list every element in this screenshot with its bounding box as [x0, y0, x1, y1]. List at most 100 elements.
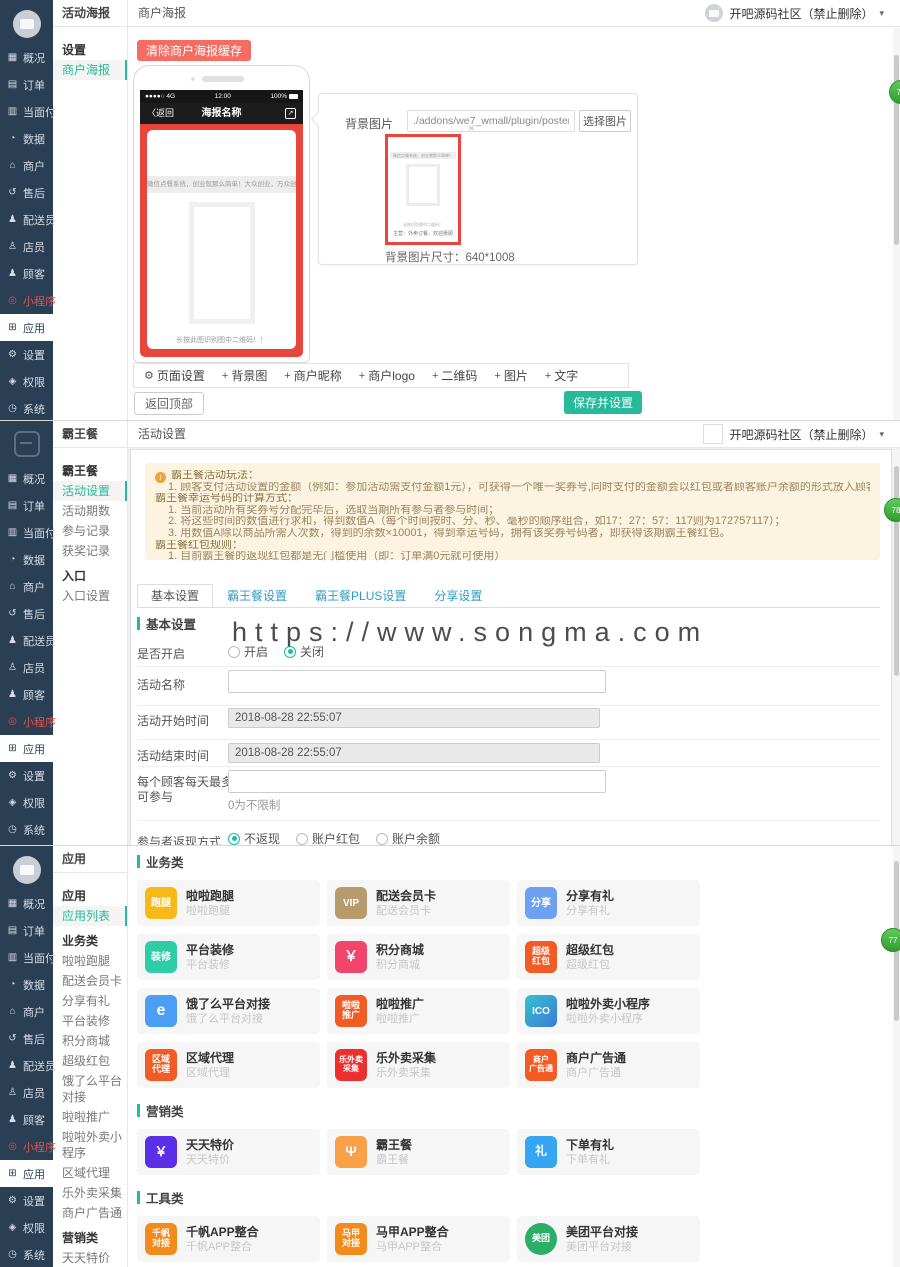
submenu-item[interactable]: 天天特价	[53, 1248, 127, 1267]
sidebar-item[interactable]: ♙ 店员	[0, 233, 53, 260]
settings-tab[interactable]: 基本设置	[137, 584, 213, 607]
app-card[interactable]: e 饿了么平台对接 饿了么平台对接	[137, 988, 320, 1034]
submenu-item[interactable]: 应用列表	[53, 906, 127, 926]
submenu-item[interactable]: 获奖记录	[53, 541, 127, 561]
submenu-item[interactable]: 超级红包	[53, 1051, 127, 1071]
radio-option[interactable]: 账户红包	[296, 830, 360, 845]
toolbar-tool[interactable]: + 文字	[545, 367, 578, 384]
user-menu[interactable]: 开吧源码社区（禁止删除） ▾	[703, 421, 884, 447]
sidebar-item[interactable]: ⌂ 商户	[0, 998, 53, 1025]
sidebar-item[interactable]: ▥ 当面付	[0, 98, 53, 125]
activity-name-input[interactable]	[228, 670, 606, 693]
app-card[interactable]: 装修 平台装修 平台装修	[137, 934, 320, 980]
submenu-item[interactable]: 区域代理	[53, 1163, 127, 1183]
sidebar-item[interactable]: ⌂ 商户	[0, 152, 53, 179]
app-card[interactable]: 跑腿 啦啦跑腿 啦啦跑腿	[137, 880, 320, 926]
daily-limit-input[interactable]	[228, 770, 606, 793]
sidebar-item[interactable]: ↺ 售后	[0, 1025, 53, 1052]
sidebar-item[interactable]: ⊞ 应用	[0, 1160, 53, 1187]
app-card[interactable]: 分享 分享有礼 分享有礼	[517, 880, 700, 926]
sidebar-item[interactable]: ▦ 概况	[0, 890, 53, 917]
sidebar-item[interactable]: ♟ 配送员	[0, 1052, 53, 1079]
sidebar-item[interactable]: ◔ 数据	[0, 546, 53, 573]
submenu-item[interactable]: 商户海报	[53, 60, 127, 80]
sidebar-item[interactable]: ♟ 配送员	[0, 627, 53, 654]
back-to-top-button[interactable]: 返回顶部	[134, 392, 204, 415]
app-card[interactable]: 礼 下单有礼 下单有礼	[517, 1129, 700, 1175]
sidebar-item[interactable]: ▦ 概况	[0, 44, 53, 71]
sidebar-item[interactable]: ♟ 顾客	[0, 681, 53, 708]
app-card[interactable]: Ψ 霸王餐 霸王餐	[327, 1129, 510, 1175]
save-settings-button[interactable]: 保存并设置	[564, 391, 642, 414]
sidebar-item[interactable]: ◷ 系统	[0, 1241, 53, 1267]
submenu-item[interactable]: 配送会员卡	[53, 971, 127, 991]
radio-option[interactable]: 账户余额	[376, 830, 440, 845]
submenu-item[interactable]: 活动期数	[53, 501, 127, 521]
support-float-badge[interactable]: 78	[889, 80, 900, 104]
sidebar-item[interactable]: ▤ 订单	[0, 917, 53, 944]
submenu-item[interactable]: 乐外卖采集	[53, 1183, 127, 1203]
settings-tab[interactable]: 分享设置	[420, 584, 496, 607]
app-card[interactable]: 超级 红包 超级红包 超级红包	[517, 934, 700, 980]
sidebar-item[interactable]: ◎ 小程序	[0, 287, 53, 314]
settings-tab[interactable]: 霸王餐设置	[213, 584, 301, 607]
user-menu[interactable]: 开吧源码社区（禁止删除） ▾	[705, 0, 884, 26]
toolbar-tool[interactable]: + 二维码	[432, 367, 477, 384]
sidebar-item[interactable]: ⊞ 应用	[0, 735, 53, 762]
end-time-input[interactable]	[228, 743, 600, 763]
submenu-item[interactable]: 分享有礼	[53, 991, 127, 1011]
sidebar-item[interactable]: ⚙ 设置	[0, 762, 53, 789]
app-card[interactable]: 区域 代理 区域代理 区域代理	[137, 1042, 320, 1088]
choose-image-button[interactable]: 选择图片	[579, 110, 631, 132]
sidebar-item[interactable]: ▥ 当面付	[0, 519, 53, 546]
toolbar-tool[interactable]: + 背景图	[222, 367, 267, 384]
sidebar-item[interactable]: ⊞ 应用	[0, 314, 53, 341]
sidebar-item[interactable]: ↺ 售后	[0, 179, 53, 206]
app-card[interactable]: 商户 广告通 商户广告通 商户广告通	[517, 1042, 700, 1088]
app-card[interactable]: ￥ 天天特价 天天特价	[137, 1129, 320, 1175]
sidebar-item[interactable]: ♟ 顾客	[0, 260, 53, 287]
submenu-item[interactable]: 积分商城	[53, 1031, 127, 1051]
app-card[interactable]: 马甲 对接 马甲APP整合 马甲APP整合	[327, 1216, 510, 1262]
clear-cache-button[interactable]: 清除商户海报缓存	[137, 40, 251, 61]
submenu-item[interactable]: 活动设置	[53, 481, 127, 501]
sidebar-item[interactable]: ▤ 订单	[0, 71, 53, 98]
toolbar-tool[interactable]: ⚙ 页面设置	[144, 367, 205, 384]
sidebar-item[interactable]: ▥ 当面付	[0, 944, 53, 971]
sidebar-item[interactable]: ◔ 数据	[0, 971, 53, 998]
app-card[interactable]: ICO 啦啦外卖小程序 啦啦外卖小程序	[517, 988, 700, 1034]
submenu-item[interactable]: 平台装修	[53, 1011, 127, 1031]
start-time-input[interactable]	[228, 708, 600, 728]
sidebar-item[interactable]: ♙ 店员	[0, 1079, 53, 1106]
settings-tab[interactable]: 霸王餐PLUS设置	[301, 584, 420, 607]
sidebar-item[interactable]: ♟ 配送员	[0, 206, 53, 233]
sidebar-item[interactable]: ◔ 数据	[0, 125, 53, 152]
bg-image-thumbnail[interactable]: 微信点餐系统，创业就那么简单！ 长按识别图中二维码！ 主营：外卖订餐，欢迎惠顾	[385, 134, 461, 245]
sidebar-item[interactable]: ◷ 系统	[0, 816, 53, 843]
app-card[interactable]: 乐外卖 采集 乐外卖采集 乐外卖采集	[327, 1042, 510, 1088]
app-card[interactable]: 美团 美团平台对接 美团平台对接	[517, 1216, 700, 1262]
radio-option[interactable]: 不返现	[228, 830, 280, 845]
sidebar-item[interactable]: ♙ 店员	[0, 654, 53, 681]
sidebar-item[interactable]: ◎ 小程序	[0, 1133, 53, 1160]
close-icon[interactable]: ×	[468, 122, 475, 134]
sidebar-item[interactable]: ⌂ 商户	[0, 573, 53, 600]
app-card[interactable]: VIP 配送会员卡 配送会员卡	[327, 880, 510, 926]
sidebar-item[interactable]: ⚙ 设置	[0, 341, 53, 368]
sidebar-item[interactable]: ◈ 权限	[0, 1214, 53, 1241]
submenu-item[interactable]: 啦啦外卖小程序	[53, 1127, 127, 1163]
app-card[interactable]: 啦啦 推广 啦啦推广 啦啦推广	[327, 988, 510, 1034]
submenu-item[interactable]: 参与记录	[53, 521, 127, 541]
submenu-item[interactable]: 啦啦跑腿	[53, 951, 127, 971]
toolbar-tool[interactable]: + 商户logo	[359, 367, 415, 384]
submenu-item[interactable]: 入口设置	[53, 586, 127, 606]
submenu-item[interactable]: 啦啦推广	[53, 1107, 127, 1127]
sidebar-item[interactable]: ◷ 系统	[0, 395, 53, 420]
sidebar-item[interactable]: ◈ 权限	[0, 368, 53, 395]
sidebar-item[interactable]: ⚙ 设置	[0, 1187, 53, 1214]
toolbar-tool[interactable]: + 商户昵称	[284, 367, 341, 384]
submenu-item[interactable]: 商户广告通	[53, 1203, 127, 1223]
toolbar-tool[interactable]: + 图片	[494, 367, 527, 384]
sidebar-item[interactable]: ▦ 概况	[0, 465, 53, 492]
app-card[interactable]: 千帆 对接 千帆APP整合 千帆APP整合	[137, 1216, 320, 1262]
